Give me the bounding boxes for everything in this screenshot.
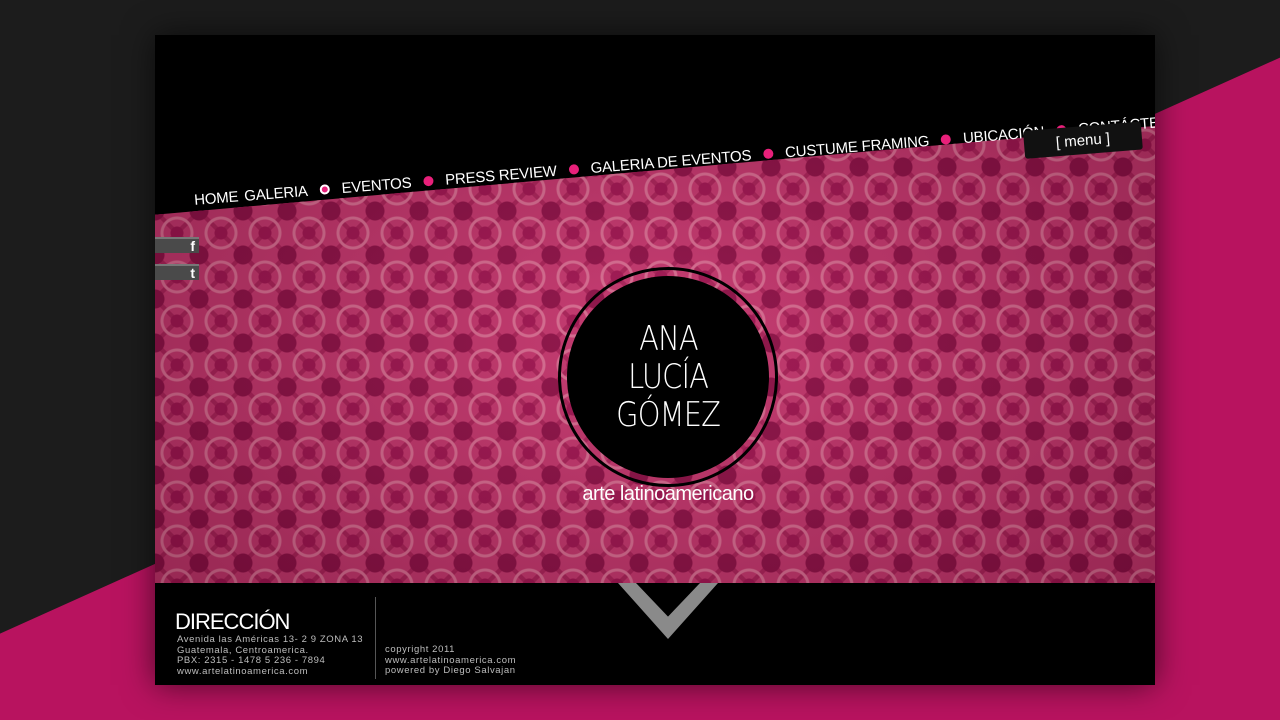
- twitter-icon: t: [190, 265, 195, 281]
- logo-circle[interactable]: ANA LUCÍA GÓMEZ: [567, 276, 769, 478]
- logo-line-3: GÓMEZ: [616, 395, 721, 435]
- nav-separator-dot-icon: [568, 164, 580, 175]
- tagline: arte latinoamericano: [582, 483, 754, 505]
- copyright-line: copyright 2011: [385, 644, 456, 655]
- copyright-block: copyright 2011 www.artelatinoamerica.com…: [385, 644, 516, 677]
- footer-divider: [375, 597, 376, 679]
- nav-separator-dot-icon: [319, 184, 330, 195]
- nav-separator-dot-icon: [422, 175, 434, 187]
- twitter-button[interactable]: t: [155, 264, 199, 281]
- nav-press-review[interactable]: PRESS REVIEW: [445, 162, 558, 188]
- logo-line-2: LUCÍA: [627, 357, 709, 397]
- nav-home[interactable]: HOME: [194, 188, 239, 208]
- nav-separator-dot-icon: [940, 134, 952, 145]
- nav-custume-framing[interactable]: CUSTUME FRAMING: [784, 132, 929, 161]
- nav-galeria[interactable]: GALERIA: [244, 182, 309, 204]
- powered-by: powered by Diego Salvajan: [385, 665, 516, 676]
- address-block: Avenida las Américas 13- 2 9 ZONA 13 Gua…: [177, 634, 364, 678]
- logo-line-1: ANA: [638, 319, 698, 359]
- nav-galeria-eventos[interactable]: GALERIA DE EVENTOS: [590, 147, 752, 177]
- nav-eventos[interactable]: EVENTOS: [341, 174, 412, 197]
- site-frame: HOME GALERIA EVENTOS PRESS REVIEW GALERI…: [155, 35, 1155, 685]
- direccion-title: DIRECCIÓN: [175, 609, 290, 634]
- facebook-button[interactable]: f: [155, 237, 199, 254]
- address-website-link[interactable]: www.artelatinoamerica.com: [177, 666, 363, 678]
- address-line: Avenida las Américas 13- 2 9 ZONA 13: [177, 634, 364, 645]
- address-phone: PBX: 2315 - 1478 5 236 - 7894: [177, 655, 326, 666]
- nav-separator-dot-icon: [762, 148, 774, 160]
- facebook-icon: f: [190, 238, 195, 254]
